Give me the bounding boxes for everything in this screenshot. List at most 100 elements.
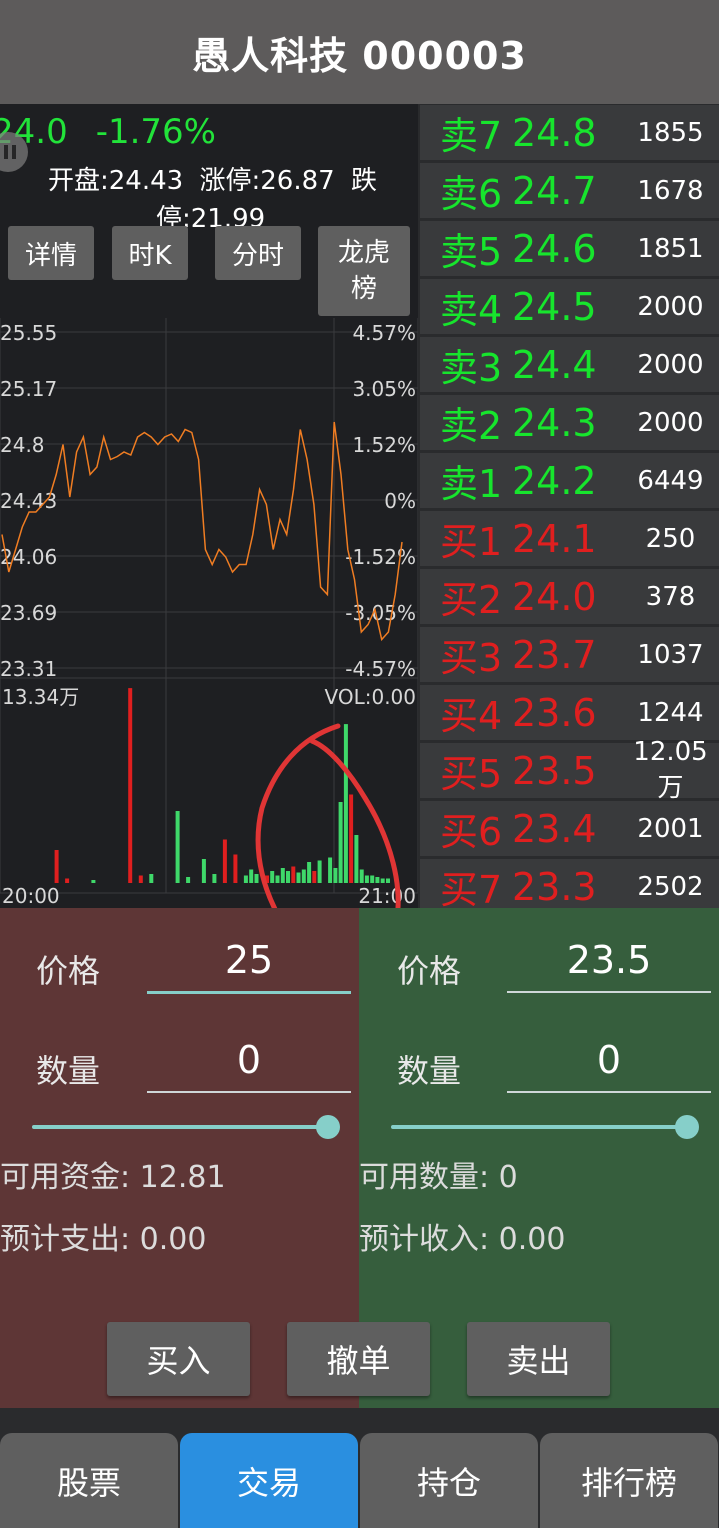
estimated-cost-label: 预计支出:: [0, 1222, 131, 1257]
volume-bar: [370, 875, 375, 883]
bid-row[interactable]: 买1 24.1 250: [420, 511, 719, 566]
pct-tick-label: 4.57%: [352, 321, 416, 345]
buy-button[interactable]: 买入: [107, 1322, 250, 1396]
volume-bar: [233, 854, 238, 883]
volume-bar: [254, 874, 259, 883]
bid-row[interactable]: 买7 23.3 2502: [420, 859, 719, 914]
level-volume: 12.05万: [633, 737, 708, 803]
pct-tick-label: -3.05%: [345, 601, 416, 625]
sell-qty-slider[interactable]: [391, 1125, 687, 1129]
level-label: 买5: [440, 752, 503, 796]
tab-detail[interactable]: 详情: [8, 226, 94, 280]
level-label: 买7: [440, 868, 503, 912]
tab-ranking[interactable]: 排行榜: [540, 1433, 718, 1528]
buy-qty-input[interactable]: 0: [147, 1038, 351, 1082]
level-label: 买3: [440, 636, 503, 680]
level-price: 23.7: [512, 632, 597, 677]
time-start-label: 20:00: [2, 884, 60, 908]
ask-row[interactable]: 卖1 24.2 6449: [420, 453, 719, 508]
volume-bar: [317, 860, 322, 883]
bid-row[interactable]: 买4 23.6 1244: [420, 685, 719, 740]
bid-row[interactable]: 买2 24.0 378: [420, 569, 719, 624]
sell-price-input[interactable]: 23.5: [507, 938, 711, 982]
level-label: 买2: [440, 578, 503, 622]
sell-button[interactable]: 卖出: [467, 1322, 610, 1396]
buy-price-input[interactable]: 25: [147, 938, 351, 982]
level-price: 23.5: [512, 748, 597, 793]
volume-bar: [212, 874, 217, 883]
level-price: 24.3: [512, 400, 597, 445]
available-qty: 可用数量: 0: [359, 1152, 518, 1196]
volume-bar: [201, 859, 206, 883]
bid-row[interactable]: 买5 23.5 12.05万: [420, 737, 719, 803]
volume-bar: [222, 839, 227, 883]
level-price: 23.6: [512, 690, 597, 735]
available-funds-value: 12.81: [139, 1160, 226, 1195]
title-bar: 愚人科技 000003: [0, 0, 719, 104]
volume-bar: [270, 871, 275, 883]
level-label: 卖1: [440, 462, 503, 506]
ask-row[interactable]: 卖5 24.6 1851: [420, 221, 719, 276]
tab-trade[interactable]: 交易: [180, 1433, 358, 1528]
buy-price-label: 价格: [36, 952, 101, 990]
pct-tick-label: -4.57%: [345, 657, 416, 681]
open-price: 开盘:24.43: [48, 166, 184, 196]
ask-row[interactable]: 卖2 24.3 2000: [420, 395, 719, 450]
tab-dragon-tiger-label: 龙虎榜: [337, 238, 390, 304]
level-price: 24.8: [512, 110, 597, 155]
level-volume: 2000: [637, 291, 704, 322]
price-tick-label: 25.17: [0, 377, 57, 401]
pct-tick-label: 3.05%: [352, 377, 416, 401]
ask-row[interactable]: 卖3 24.4 2000: [420, 337, 719, 392]
tab-timeshare[interactable]: 分时: [215, 226, 301, 280]
tab-positions[interactable]: 持仓: [360, 1433, 538, 1528]
bid-row[interactable]: 买6 23.4 2001: [420, 801, 719, 856]
ask-row[interactable]: 卖4 24.5 2000: [420, 279, 719, 334]
volume-bar: [333, 868, 338, 883]
tab-stocks[interactable]: 股票: [0, 1433, 178, 1528]
level-volume: 1678: [637, 175, 704, 206]
level-label: 卖3: [440, 346, 503, 390]
volume-bar: [386, 878, 390, 883]
tab-hour-k[interactable]: 时K: [112, 226, 188, 280]
volume-bar: [138, 875, 143, 883]
level-volume: 2502: [637, 871, 704, 902]
estimated-income: 预计收入: 0.00: [359, 1214, 565, 1258]
sell-qty-input[interactable]: 0: [507, 1038, 711, 1082]
level-volume: 1244: [637, 697, 704, 728]
pct-tick-label: 0%: [384, 489, 416, 513]
volume-bar: [243, 875, 248, 883]
volume-bar: [65, 878, 70, 883]
buy-slider-knob[interactable]: [316, 1115, 340, 1139]
level-volume: 1037: [637, 639, 704, 670]
buy-qty-slider[interactable]: [32, 1125, 328, 1129]
level-label: 卖7: [440, 114, 503, 158]
ask-row[interactable]: 卖6 24.7 1678: [420, 163, 719, 218]
volume-bars: [54, 688, 390, 883]
level-label: 卖6: [440, 172, 503, 216]
ask-row[interactable]: 卖7 24.8 1855: [420, 105, 719, 160]
level-price: 24.5: [512, 284, 597, 329]
tab-dragon-tiger[interactable]: 龙虎榜: [318, 226, 410, 316]
estimated-cost-value: 0.00: [139, 1222, 207, 1257]
level-price: 24.6: [512, 226, 597, 271]
cancel-order-button[interactable]: 撤单: [287, 1322, 430, 1396]
sell-slider-knob[interactable]: [675, 1115, 699, 1139]
level-price: 24.7: [512, 168, 597, 213]
available-qty-label: 可用数量:: [359, 1160, 490, 1195]
price-tick-label: 23.69: [0, 601, 57, 625]
level-price: 23.4: [512, 806, 597, 851]
level-label: 卖2: [440, 404, 503, 448]
chart-tabs: 详情 时K 分时 龙虎榜: [0, 226, 418, 316]
volume-bar: [291, 866, 296, 883]
pct-tick-label: 1.52%: [352, 433, 416, 457]
volume-bar: [343, 724, 348, 883]
bid-row[interactable]: 买3 23.7 1037: [420, 627, 719, 682]
quote-panel: 24.0-1.76% 开盘:24.43 涨停:26.87 跌 停:21.99 详…: [0, 104, 418, 908]
order-book: 卖7 24.8 1855 卖6 24.7 1678 卖5 24.6 1851 卖4 24.5 2000…: [418, 104, 719, 914]
chart-axes: 25.55 4.57% 25.17 3.05% 24.8 1.52% 24.43 0% 24.0…: [0, 321, 416, 681]
volume-bar: [364, 875, 369, 883]
level-price: 24.2: [512, 458, 597, 503]
sell-price-label: 价格: [397, 952, 462, 990]
available-funds-label: 可用资金:: [0, 1160, 131, 1195]
